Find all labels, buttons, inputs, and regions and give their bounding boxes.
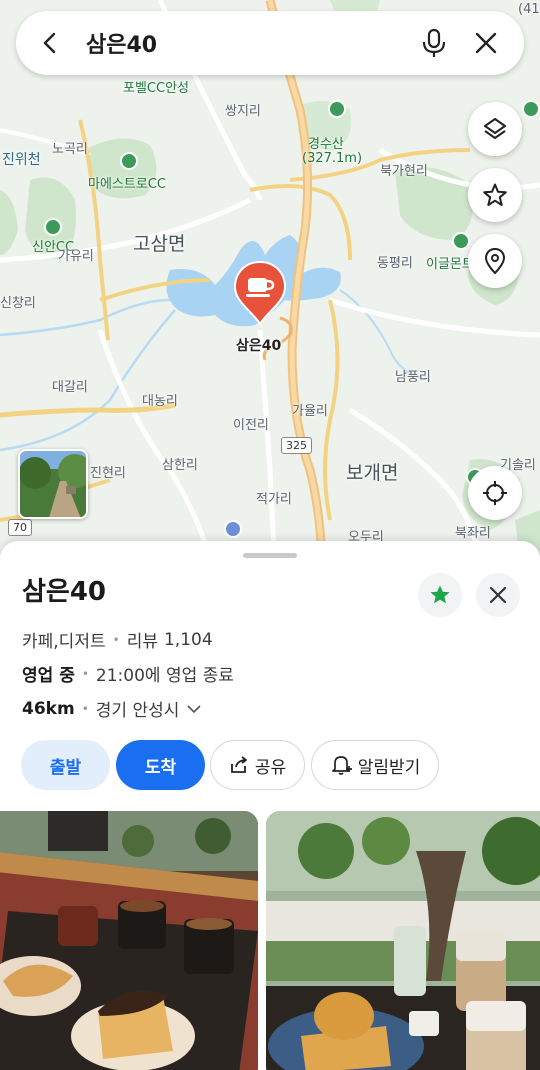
map-label: 진위천: [2, 152, 41, 168]
map-label: 고삼면: [133, 233, 186, 255]
golf-poi-icon: [44, 218, 62, 236]
separator-dot: •: [81, 701, 89, 716]
map-label: 경수산: [308, 137, 344, 152]
map-view[interactable]: 쌍지리 경수산 (327.1m) 포벨CC안성 노곡리 진위천 마에스트로CC …: [0, 0, 540, 560]
close-sheet-button[interactable]: [476, 573, 520, 617]
place-photo[interactable]: [0, 811, 258, 1070]
map-label: 보개면: [346, 462, 399, 484]
mountain-poi-icon: [328, 100, 346, 118]
bell-add-icon: [330, 754, 352, 776]
map-label: (41: [518, 2, 540, 17]
my-location-button[interactable]: [468, 466, 522, 520]
map-label: 적가리: [256, 492, 292, 507]
category: 카페,디저트: [22, 632, 106, 652]
star-filled-icon: [430, 585, 450, 604]
open-status: 영업 중: [22, 666, 75, 686]
golf-poi-icon: [452, 232, 470, 250]
save-place-button[interactable]: [418, 573, 462, 617]
street-view-thumbnail[interactable]: [18, 449, 88, 519]
map-label: 쌍지리: [225, 104, 261, 119]
search-bar[interactable]: 삼은40: [16, 11, 524, 75]
map-label: 포벨CC안성: [123, 81, 189, 96]
distance: 46km: [22, 698, 75, 719]
location-line[interactable]: 46km • 경기 안성시: [22, 696, 201, 721]
route-number-badge: 70: [8, 519, 32, 536]
close-icon: [489, 586, 507, 604]
layers-icon: [484, 118, 506, 139]
map-label: 북가현리: [380, 164, 428, 179]
share-button[interactable]: 공유: [210, 740, 305, 790]
arrive-button[interactable]: 도착: [116, 740, 205, 790]
region: 경기 안성시: [95, 701, 180, 721]
clear-search-icon[interactable]: [468, 25, 504, 61]
map-label: 신창리: [0, 296, 36, 311]
favorites-button[interactable]: [468, 168, 522, 222]
golf-poi-icon: [120, 152, 138, 170]
notify-label: 알림받기: [357, 757, 421, 778]
map-label: 남풍리: [395, 370, 431, 385]
pin-label: 삼은40: [236, 338, 282, 354]
map-label: 가율리: [292, 404, 328, 419]
map-label: 진현리: [90, 466, 126, 481]
location-marker-button[interactable]: [468, 234, 522, 288]
map-label: 삼한리: [162, 458, 198, 473]
microphone-icon[interactable]: [416, 25, 452, 61]
crosshair-icon: [483, 481, 507, 505]
closing-time: 21:00에 영업 종료: [95, 666, 234, 686]
separator-dot: •: [112, 632, 120, 647]
map-label: 이전리: [233, 418, 269, 433]
map-label: 노곡리: [52, 142, 88, 157]
map-label: 북좌리: [455, 526, 491, 541]
map-label: 가유리: [58, 249, 94, 264]
back-arrow-icon[interactable]: [36, 29, 64, 57]
map-label: 이글몬트: [426, 257, 474, 272]
map-label: 동평리: [377, 256, 413, 271]
map-label: 대갈리: [52, 380, 88, 395]
facility-poi-icon: [224, 520, 242, 538]
review-label: 리뷰: [126, 632, 158, 652]
map-label: 마에스트로CC: [88, 177, 166, 192]
map-label: 대농리: [142, 394, 178, 409]
route-number-badge: 325: [281, 437, 312, 454]
place-photo[interactable]: [266, 811, 540, 1070]
review-count[interactable]: 1,104: [164, 630, 213, 650]
depart-button[interactable]: 출발: [21, 740, 110, 790]
separator-dot: •: [81, 666, 89, 681]
chevron-down-icon: [187, 704, 201, 713]
map-label: (327.1m): [302, 151, 363, 166]
place-detail-sheet[interactable]: 삼은40 카페,디저트 • 리뷰 1,104 영업 중 • 21:00에 영업 …: [0, 541, 540, 1070]
star-icon: [483, 183, 507, 206]
place-title: 삼은40: [22, 577, 107, 607]
poi-icon: [522, 100, 540, 118]
category-line: 카페,디저트 • 리뷰 1,104: [22, 627, 213, 653]
layers-button[interactable]: [468, 102, 522, 156]
share-label: 공유: [254, 757, 287, 778]
notify-button[interactable]: 알림받기: [311, 740, 439, 790]
drag-handle[interactable]: [243, 553, 297, 558]
search-query[interactable]: 삼은40: [86, 27, 400, 59]
place-pin-icon[interactable]: [233, 260, 287, 326]
hours-line[interactable]: 영업 중 • 21:00에 영업 종료: [22, 661, 234, 686]
share-icon: [229, 755, 249, 775]
map-pin-icon: [484, 247, 506, 275]
